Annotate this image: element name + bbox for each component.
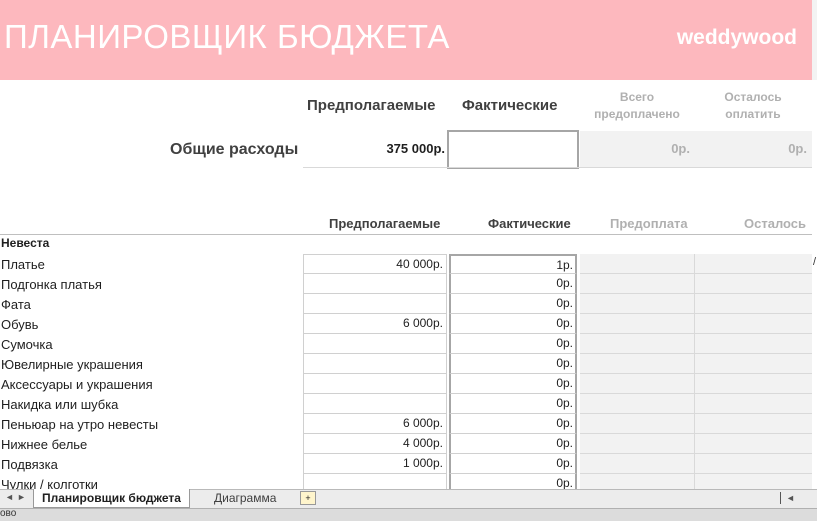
- remaining-cell[interactable]: [695, 254, 812, 274]
- total-planned-cell[interactable]: 375 000р.: [305, 131, 445, 167]
- summary-header-remaining: Осталось оплатить: [724, 90, 782, 121]
- remaining-cell[interactable]: [695, 354, 812, 374]
- row-label: Фата: [1, 297, 31, 312]
- row-label: Подвязка: [1, 457, 58, 472]
- actual-cell[interactable]: 1р.: [449, 254, 577, 274]
- remaining-cell[interactable]: [695, 454, 812, 474]
- table-row: Накидка или шубка 0р.: [0, 394, 817, 414]
- tab-nav-last-icon[interactable]: ►: [17, 492, 26, 502]
- actual-cell[interactable]: 0р.: [449, 334, 577, 354]
- actual-cell[interactable]: 0р.: [449, 294, 577, 314]
- prepaid-cell[interactable]: [580, 274, 695, 294]
- actual-cell[interactable]: 0р.: [449, 274, 577, 294]
- row-label: Обувь: [1, 317, 39, 332]
- planned-cell[interactable]: 1 000р.: [303, 454, 447, 474]
- row-label: Ювелирные украшения: [1, 357, 143, 372]
- prepaid-cell[interactable]: [580, 394, 695, 414]
- summary-header-actual: Фактические: [462, 97, 558, 114]
- planned-cell[interactable]: 6 000р.: [303, 414, 447, 434]
- prepaid-cell[interactable]: [580, 434, 695, 454]
- table-row: Подгонка платья 0р.: [0, 274, 817, 294]
- planned-cell[interactable]: [303, 394, 447, 414]
- prepaid-cell[interactable]: [580, 254, 695, 274]
- remaining-cell[interactable]: [695, 274, 812, 294]
- row-label: Сумочка: [1, 337, 53, 352]
- total-expenses-label: Общие расходы: [170, 141, 299, 158]
- scroll-splitter[interactable]: [780, 492, 781, 504]
- planned-cell[interactable]: 4 000р.: [303, 434, 447, 454]
- table-row: Подвязка 1 000р. 0р.: [0, 454, 817, 474]
- planned-cell[interactable]: [303, 374, 447, 394]
- table-row: Фата 0р.: [0, 294, 817, 314]
- remaining-cell[interactable]: [695, 314, 812, 334]
- planned-cell[interactable]: 6 000р.: [303, 314, 447, 334]
- horizontal-scrollbar[interactable]: ◄: [780, 492, 817, 506]
- prepaid-cell[interactable]: [580, 454, 695, 474]
- row-label: Аксессуары и украшения: [1, 377, 153, 392]
- row-label: Накидка или шубка: [1, 397, 119, 412]
- column-header-planned: Предполагаемые: [329, 216, 441, 231]
- summary-divider: [303, 167, 812, 168]
- row-label: Нижнее белье: [1, 437, 88, 452]
- remaining-cell[interactable]: [695, 434, 812, 454]
- total-prepaid-cell[interactable]: 0р.: [580, 131, 695, 167]
- actual-cell[interactable]: 0р.: [449, 394, 577, 414]
- tab-budget-planner[interactable]: Планировщик бюджета: [33, 489, 190, 508]
- tab-chart[interactable]: Диаграмма: [208, 490, 282, 507]
- tab-nav-first-icon[interactable]: ◄: [5, 492, 14, 502]
- page-title: ПЛАНИРОВЩИК БЮДЖЕТА: [4, 18, 450, 55]
- remaining-cell[interactable]: [695, 294, 812, 314]
- column-header-prepaid: Предоплата: [610, 216, 688, 231]
- row-label: Пеньюар на утро невесты: [1, 417, 159, 432]
- actual-cell[interactable]: 0р.: [449, 414, 577, 434]
- row-label: Платье: [1, 257, 45, 272]
- row-label: Подгонка платья: [1, 277, 102, 292]
- prepaid-cell[interactable]: [580, 314, 695, 334]
- table-row: Платье 40 000р. 1р.: [0, 254, 817, 274]
- actual-cell[interactable]: 0р.: [449, 354, 577, 374]
- prepaid-cell[interactable]: [580, 414, 695, 434]
- summary-header-prepaid: Всего предоплачено: [594, 90, 680, 121]
- new-sheet-icon[interactable]: +: [300, 491, 316, 505]
- planned-cell[interactable]: [303, 354, 447, 374]
- table-row: Сумочка 0р.: [0, 334, 817, 354]
- summary-header-planned: Предполагаемые: [307, 97, 436, 114]
- prepaid-cell[interactable]: [580, 354, 695, 374]
- table-row: Аксессуары и украшения 0р.: [0, 374, 817, 394]
- prepaid-cell[interactable]: [580, 374, 695, 394]
- header-divider: [0, 234, 812, 235]
- prepaid-cell[interactable]: [580, 334, 695, 354]
- scroll-left-icon[interactable]: ◄: [786, 493, 795, 503]
- actual-cell[interactable]: 0р.: [449, 314, 577, 334]
- remaining-cell[interactable]: [695, 374, 812, 394]
- column-header-remaining: Осталось: [744, 216, 807, 231]
- planned-cell[interactable]: [303, 294, 447, 314]
- actual-cell[interactable]: 0р.: [449, 454, 577, 474]
- actual-cell[interactable]: 0р.: [449, 434, 577, 454]
- banner-edge: [812, 0, 817, 80]
- remaining-cell[interactable]: [695, 334, 812, 354]
- remaining-cell[interactable]: [695, 394, 812, 414]
- status-bar: [0, 508, 817, 521]
- total-remaining-cell[interactable]: 0р.: [695, 131, 812, 167]
- table-row: Обувь 6 000р. 0р.: [0, 314, 817, 334]
- planned-cell[interactable]: [303, 334, 447, 354]
- actual-cell[interactable]: 0р.: [449, 374, 577, 394]
- table-row: Нижнее белье 4 000р. 0р.: [0, 434, 817, 454]
- remaining-cell[interactable]: [695, 414, 812, 434]
- planned-cell[interactable]: 40 000р.: [303, 254, 447, 274]
- total-actual-cell[interactable]: [447, 130, 579, 169]
- table-row: Пеньюар на утро невесты 6 000р. 0р.: [0, 414, 817, 434]
- brand-logo: weddywood: [676, 26, 797, 49]
- planned-cell[interactable]: [303, 274, 447, 294]
- status-text: ово: [0, 508, 17, 519]
- table-row: Ювелирные украшения 0р.: [0, 354, 817, 374]
- category-label: Невеста: [1, 236, 50, 250]
- column-header-actual: Фактические: [488, 216, 571, 231]
- prepaid-cell[interactable]: [580, 294, 695, 314]
